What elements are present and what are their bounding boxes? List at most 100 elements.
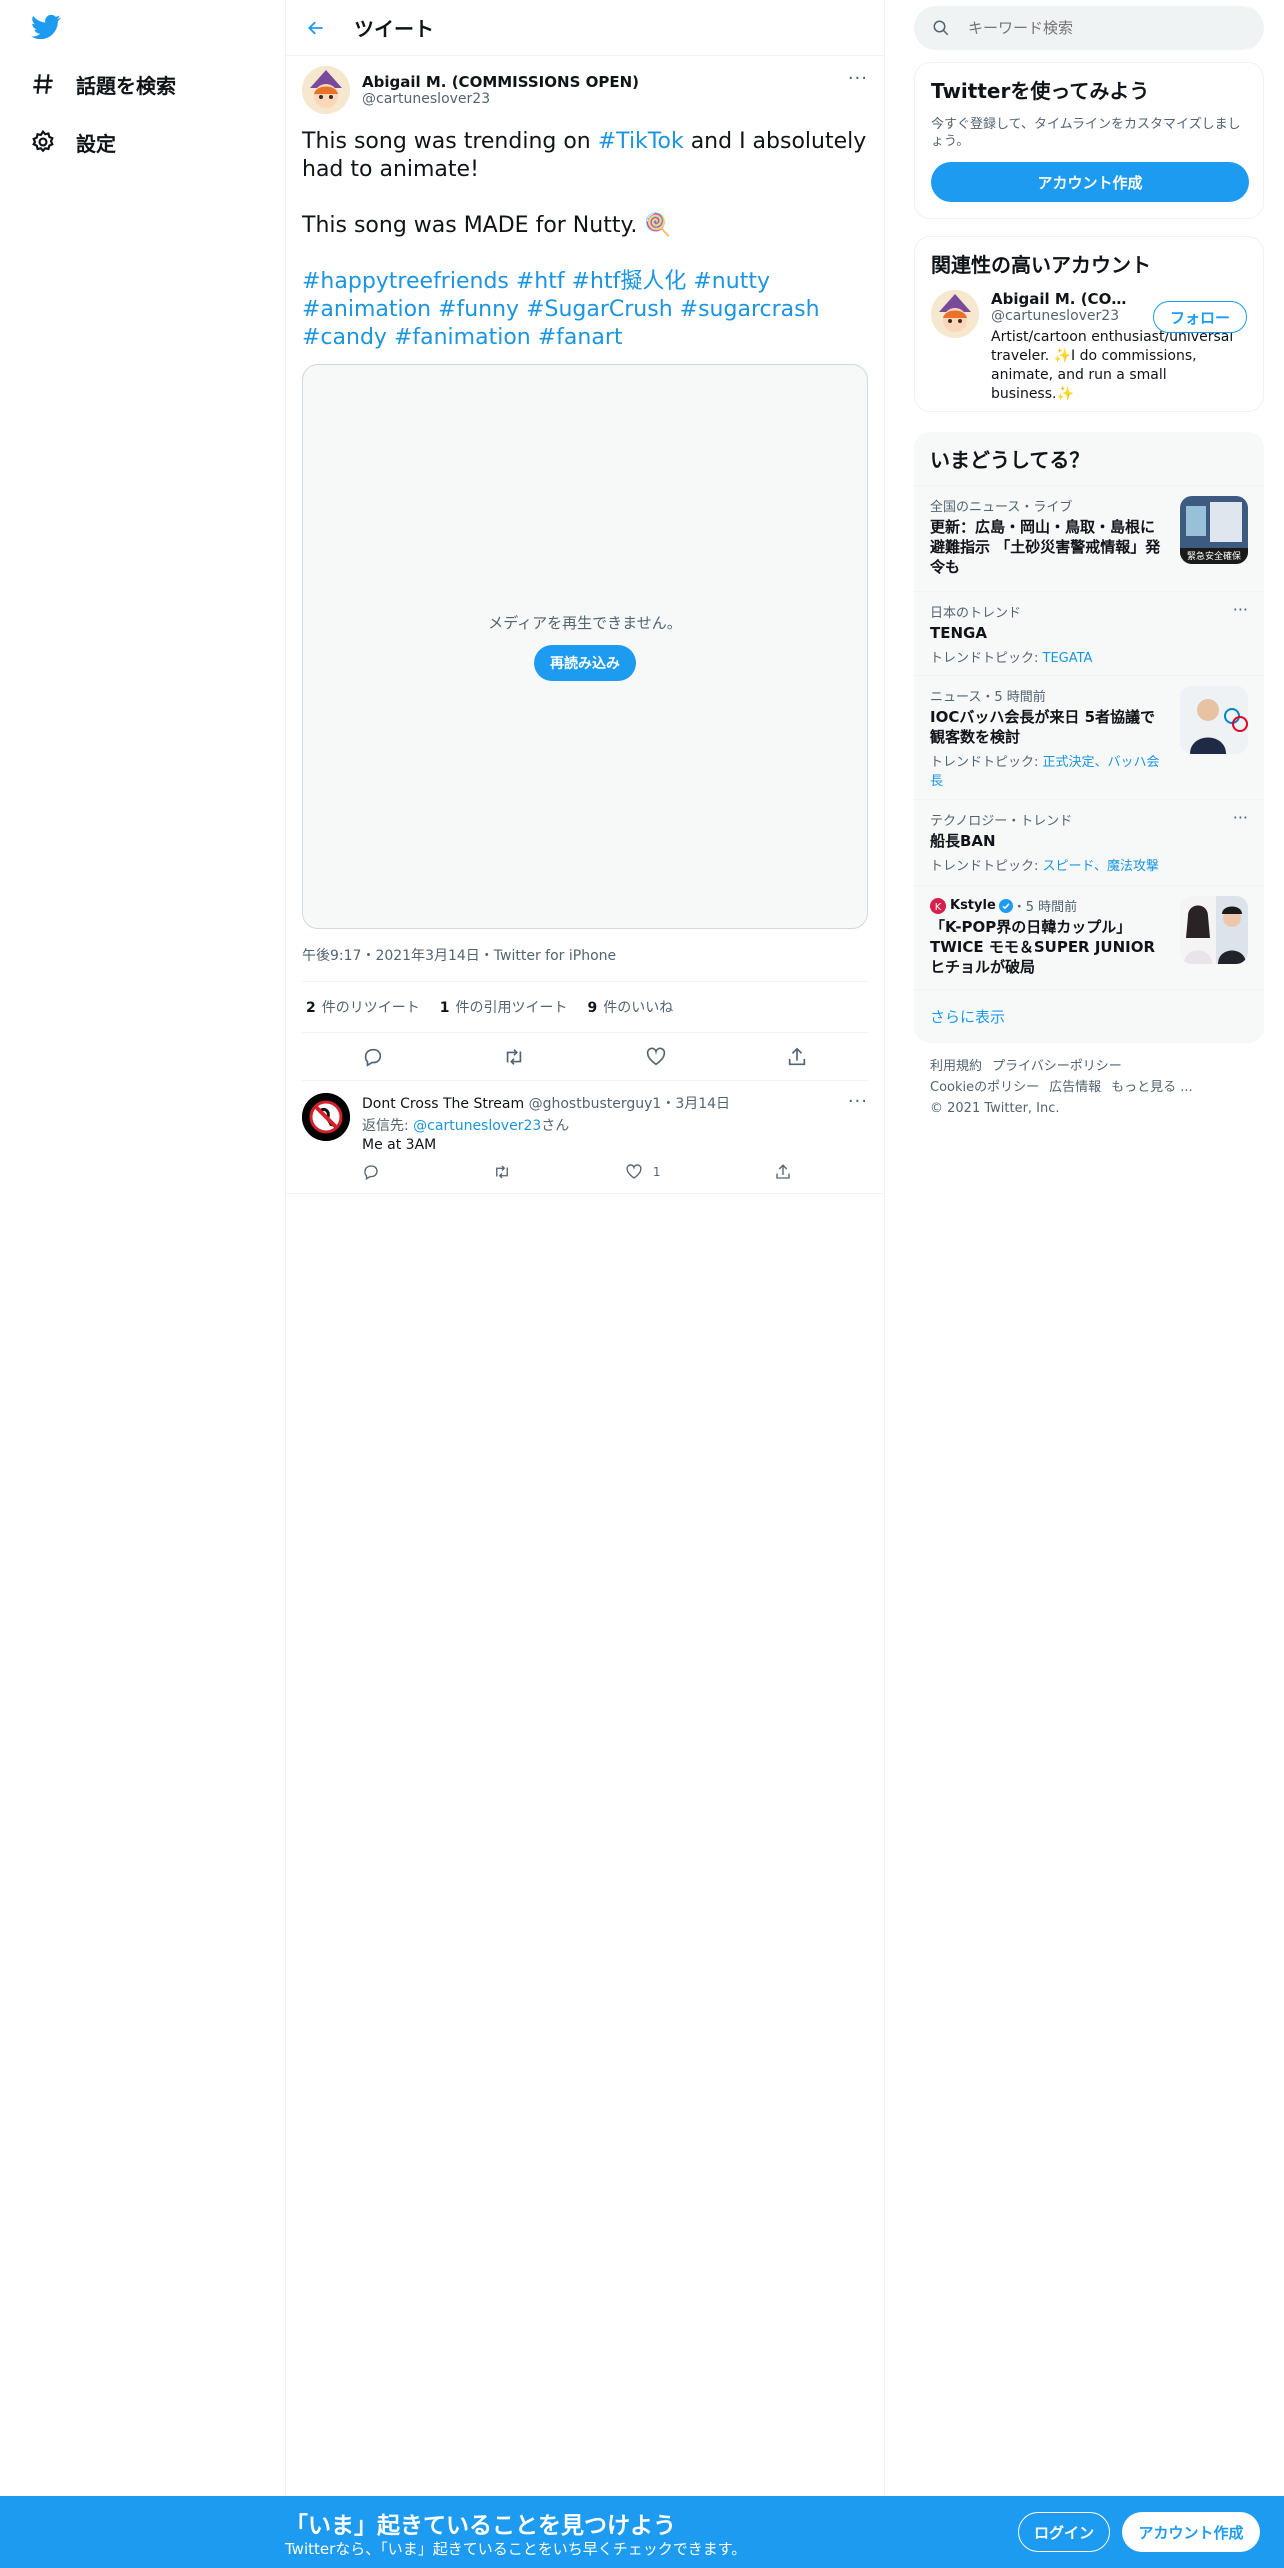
reply-like-count: 1 bbox=[652, 1165, 661, 1179]
trend-item[interactable]: テクノロジー・トレンド 船長BAN トレンドトピック: スピード、魔法攻撃 ··… bbox=[914, 799, 1264, 885]
trend-title: 「K-POP界の日韓カップル」TWICE モモ＆SUPER JUNIOR ヒチョ… bbox=[930, 918, 1156, 976]
nav-settings[interactable]: 設定 bbox=[30, 122, 116, 162]
trend-topic-prefix: トレンドトピック: bbox=[930, 755, 1043, 770]
news-image bbox=[1180, 686, 1248, 754]
footer-copyright: © 2021 Twitter, Inc. bbox=[930, 1101, 1060, 1116]
share-icon[interactable] bbox=[786, 1046, 808, 1068]
hashtag-link[interactable]: #fanimation bbox=[394, 325, 531, 350]
more-options-button[interactable]: ··· bbox=[848, 68, 868, 89]
hashtag-link[interactable]: #animation bbox=[302, 297, 431, 322]
reply-actions: 1 bbox=[362, 1163, 792, 1181]
thumb-caption: 緊急安全確保 bbox=[1187, 550, 1241, 562]
reply-text: Me at 3AM bbox=[362, 1137, 437, 1153]
search-input[interactable] bbox=[968, 19, 1248, 37]
follow-button[interactable]: フォロー bbox=[1152, 301, 1247, 333]
tweet-text-line1-pre: This song was trending on bbox=[302, 129, 598, 154]
trend-more-button[interactable]: ··· bbox=[1233, 808, 1248, 827]
share-icon[interactable] bbox=[774, 1163, 792, 1181]
nav-explore[interactable]: 話題を検索 bbox=[30, 64, 176, 104]
bottom-subtitle: Twitterなら、「いま」起きていることをいち早くチェックできます。 bbox=[285, 2540, 747, 2558]
avatar[interactable] bbox=[931, 290, 979, 338]
hashtag-icon bbox=[33, 74, 53, 94]
create-account-button[interactable]: アカウント作成 bbox=[931, 162, 1249, 202]
footer-ads-link[interactable]: 広告情報 bbox=[1049, 1080, 1101, 1095]
reply-to-link[interactable]: @cartuneslover23 bbox=[413, 1118, 541, 1134]
page-header: ツイート bbox=[286, 0, 884, 56]
search-icon bbox=[933, 20, 949, 36]
retweet-stat[interactable]: 2 件のリツイート bbox=[306, 997, 420, 1017]
hashtag-link[interactable]: #fanart bbox=[538, 325, 623, 350]
hashtag-link[interactable]: #nutty bbox=[693, 269, 770, 294]
reply-tweet[interactable]: Dont Cross The Stream @ghostbusterguy1・3… bbox=[286, 1081, 884, 1194]
author-name[interactable]: Abigail M. (COMMISSIONS OPEN) bbox=[362, 73, 639, 91]
signup-button[interactable]: アカウント作成 bbox=[1122, 2512, 1260, 2552]
back-button[interactable] bbox=[300, 12, 332, 44]
reply-to-prefix: 返信先: bbox=[362, 1118, 414, 1134]
relevant-name[interactable]: Abigail M. (COMMISSIONS OPEN) bbox=[991, 290, 1141, 308]
svg-text:K: K bbox=[935, 902, 942, 913]
relevant-title: 関連性の高いアカウント bbox=[931, 253, 1151, 277]
heart-icon[interactable] bbox=[645, 1046, 667, 1068]
like-count: 9 bbox=[587, 1000, 598, 1016]
footer-cookie-link[interactable]: Cookieのポリシー bbox=[930, 1080, 1039, 1095]
avatar-illustration bbox=[302, 66, 350, 114]
reply-author-handle[interactable]: @ghostbusterguy1 bbox=[529, 1096, 662, 1112]
back-arrow-icon bbox=[308, 21, 323, 34]
trend-item[interactable]: ニュース・5 時間前 IOCバッハ会長が来日 5者協議で観客数を検討 トレンドト… bbox=[914, 675, 1264, 799]
author-handle[interactable]: @cartuneslover23 bbox=[362, 91, 639, 107]
main-tweet: Abigail M. (COMMISSIONS OPEN) @cartunesl… bbox=[286, 56, 884, 1081]
signup-subtitle: 今すぐ登録して、タイムラインをカスタマイズしましょう。 bbox=[931, 117, 1241, 149]
hashtag-link[interactable]: #happytreefriends bbox=[302, 269, 509, 294]
trend-thumbnail: 緊急安全確保 bbox=[1180, 496, 1248, 564]
signup-card: Twitterを使ってみよう 今すぐ登録して、タイムラインをカスタマイズしましょ… bbox=[914, 62, 1264, 219]
twitter-logo-icon[interactable] bbox=[30, 12, 62, 42]
avatar[interactable] bbox=[302, 66, 350, 114]
trend-topic-prefix: トレンドトピック: bbox=[930, 651, 1043, 666]
reply-avatar-illustration bbox=[302, 1093, 350, 1141]
reply-date[interactable]: ・3月14日 bbox=[661, 1096, 730, 1112]
hashtag-link[interactable]: #sugarcrash bbox=[680, 297, 820, 322]
trend-topic-prefix: トレンドトピック: bbox=[930, 859, 1043, 874]
trend-title: TENGA bbox=[930, 624, 987, 642]
quote-stat[interactable]: 1 件の引用ツイート bbox=[440, 997, 568, 1017]
trend-topic-link[interactable]: スピード、魔法攻撃 bbox=[1043, 859, 1159, 874]
nav-explore-label: 話題を検索 bbox=[76, 73, 176, 98]
reply-to-line: 返信先: @cartuneslover23さん bbox=[362, 1115, 868, 1135]
hashtag-link[interactable]: #htf擬人化 bbox=[572, 269, 687, 294]
like-button[interactable]: 1 bbox=[625, 1163, 661, 1181]
tweet-text-line2: This song was MADE for Nutty. 🍭 bbox=[302, 213, 672, 238]
hashtag-link[interactable]: #funny bbox=[438, 297, 519, 322]
trend-topic-link[interactable]: TEGATA bbox=[1043, 651, 1093, 666]
retweet-icon[interactable] bbox=[493, 1163, 511, 1181]
hashtag-link[interactable]: #candy bbox=[302, 325, 387, 350]
reload-button[interactable]: 再読み込み bbox=[534, 645, 636, 681]
reply-icon[interactable] bbox=[362, 1046, 384, 1068]
tweet-timestamp[interactable]: 午後9:17・2021年3月14日・Twitter for iPhone bbox=[302, 929, 868, 981]
reply-author-name[interactable]: Dont Cross The Stream bbox=[362, 1096, 524, 1112]
news-image bbox=[1180, 896, 1248, 964]
hashtag-link[interactable]: #SugarCrush bbox=[526, 297, 673, 322]
relevant-accounts-card: 関連性の高いアカウント Abigail M. (COMMISSIONS OPEN… bbox=[914, 236, 1264, 412]
relevant-bio: Artist/cartoon enthusiast/universal trav… bbox=[991, 329, 1234, 402]
trend-more-button[interactable]: ··· bbox=[1233, 600, 1248, 619]
login-button[interactable]: ログイン bbox=[1018, 2512, 1110, 2552]
left-nav: 話題を検索 設定 bbox=[0, 0, 285, 2568]
trend-title: 船長BAN bbox=[930, 832, 996, 850]
hashtag-link[interactable]: #TikTok bbox=[598, 129, 684, 154]
reply-more-button[interactable]: ··· bbox=[848, 1091, 868, 1112]
reply-avatar[interactable] bbox=[302, 1093, 350, 1141]
media-player[interactable]: メディアを再生できません。 再読み込み bbox=[302, 364, 868, 929]
trend-item[interactable]: K Kstyle ・5 時間前 「K-POP界の日韓カップル」TWICE モモ＆… bbox=[914, 885, 1264, 989]
hashtag-link[interactable]: #htf bbox=[516, 269, 565, 294]
trend-item[interactable]: 日本のトレンド TENGA トレンドトピック: TEGATA ··· bbox=[914, 591, 1264, 675]
search-box[interactable] bbox=[914, 6, 1264, 50]
trend-title: 更新：広島・岡山・鳥取・島根に避難指示 「土砂災害警戒情報」発令も bbox=[930, 518, 1161, 576]
retweet-icon[interactable] bbox=[503, 1046, 525, 1068]
reply-icon[interactable] bbox=[362, 1163, 380, 1181]
footer-more-link[interactable]: もっと見る ... bbox=[1111, 1080, 1193, 1095]
footer-privacy-link[interactable]: プライバシーポリシー bbox=[992, 1059, 1122, 1074]
show-more-link[interactable]: さらに表示 bbox=[914, 989, 1264, 1043]
footer-terms-link[interactable]: 利用規約 bbox=[930, 1059, 982, 1074]
trend-item[interactable]: 全国のニュース・ライブ 更新：広島・岡山・鳥取・島根に避難指示 「土砂災害警戒情… bbox=[914, 485, 1264, 591]
like-stat[interactable]: 9 件のいいね bbox=[588, 997, 674, 1017]
